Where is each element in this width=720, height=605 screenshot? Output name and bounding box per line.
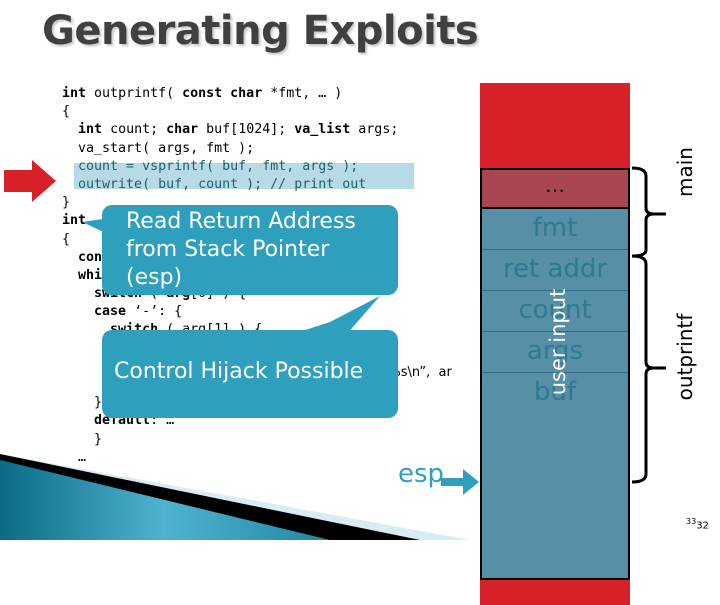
current-line-arrow-icon — [4, 160, 56, 202]
main-brace — [631, 166, 666, 258]
page-number-value: 32 — [696, 520, 709, 532]
esp-label: esp — [398, 459, 445, 489]
callout1-line: Read Return Address — [126, 209, 356, 234]
callout-read-return-address: Read Return Address from Stack Pointer (… — [102, 205, 398, 295]
page-number-overlap: 33 — [686, 517, 697, 526]
code-line: count = vsprintf( buf, fmt, args ); — [78, 158, 359, 174]
outprintf-frame-label: outprintf — [673, 313, 697, 401]
esp-arrow-icon — [441, 469, 479, 495]
code-line: … — [62, 449, 87, 465]
callout2-text: Control Hijack Possible — [114, 359, 364, 384]
stack-upper-memory — [480, 83, 630, 168]
outprintf-brace — [631, 254, 666, 484]
code-line: } — [62, 431, 103, 447]
code-line: case ‘-’: { — [94, 304, 183, 320]
callout1-line: from Stack Pointer — [126, 237, 330, 262]
code-line: va_start( args, fmt ); — [78, 140, 255, 156]
slide-title: Generating Exploits — [42, 8, 479, 54]
main-frame-label: main — [673, 147, 697, 197]
code-line: int outprintf( const char *fmt, … ) — [62, 86, 343, 101]
code-line: { — [62, 104, 71, 120]
user-input-label: user input — [546, 288, 570, 396]
stack-main-frame: … — [480, 168, 630, 209]
code-line: int count; char buf[1024]; va_list args; — [78, 122, 399, 138]
stack-lower-memory — [480, 580, 630, 605]
page-number: 3332 — [686, 517, 709, 531]
callout1-line: (esp) — [126, 265, 183, 290]
stack-slot-fmt: fmt — [482, 209, 628, 250]
code-line: outwrite( buf, count ); // print out — [78, 176, 367, 192]
callout-control-hijack: Control Hijack Possible — [102, 330, 398, 418]
